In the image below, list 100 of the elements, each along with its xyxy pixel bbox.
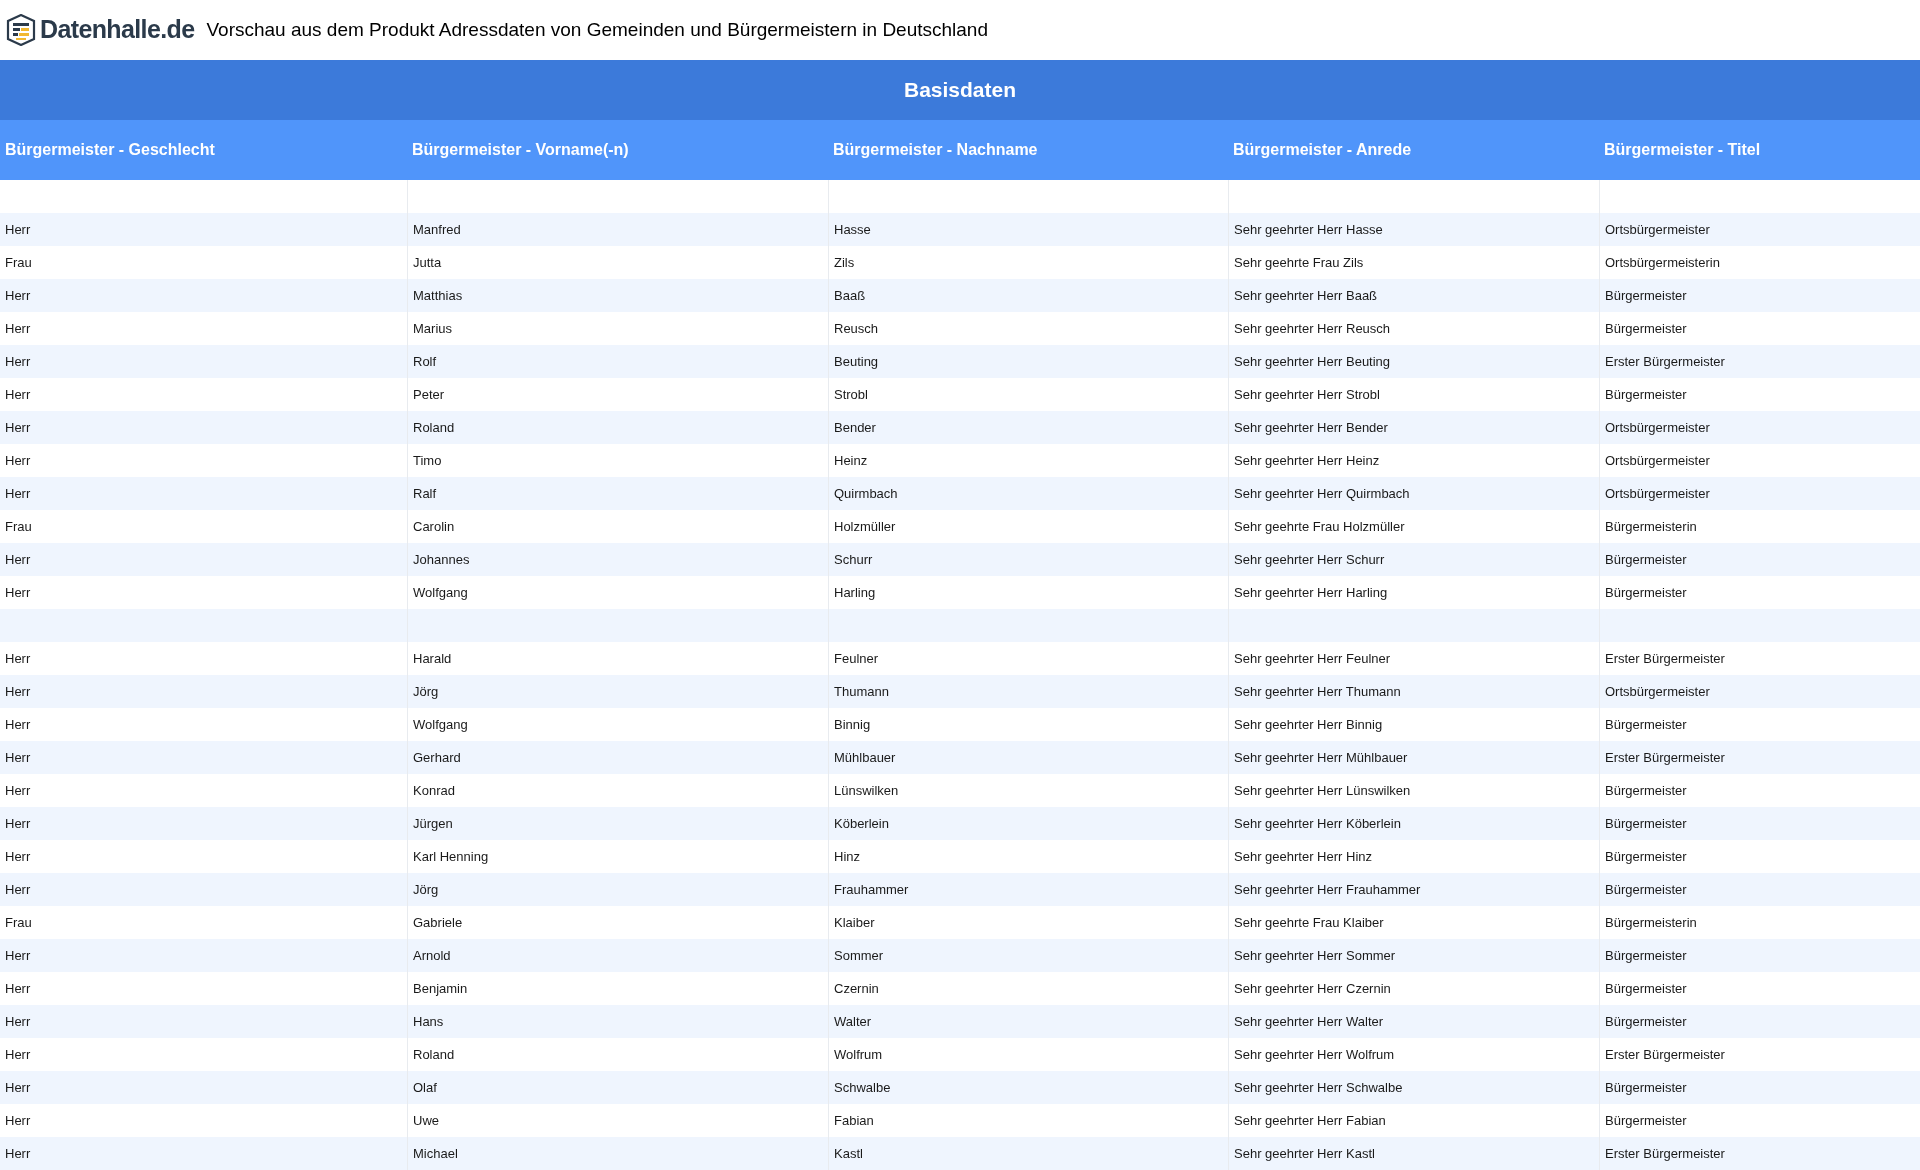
table-cell-text: Zils: [834, 253, 855, 272]
column-header: Bürgermeister - Titel: [1604, 140, 1761, 160]
table-cell-text: Czernin: [834, 979, 879, 998]
table-cell-text: Bürgermeister: [1605, 814, 1687, 833]
table-cell-text: Jürgen: [413, 814, 453, 833]
table-cell-text: Ortsbürgermeisterin: [1605, 253, 1720, 272]
table-cell-text: Herr: [5, 682, 31, 701]
table-cell-text: Matthias: [413, 286, 463, 305]
table-cell-text: Karl Henning: [413, 847, 489, 866]
table-cell-text: Bürgermeister: [1605, 583, 1687, 602]
table-cell-text: Sehr geehrter Herr Frauhammer: [1234, 880, 1421, 899]
table-cell-text: Herr: [5, 550, 31, 569]
table-cell-text: Sehr geehrte Frau Holzmüller: [1234, 517, 1405, 536]
table-cell-text: Ortsbürgermeister: [1605, 220, 1710, 239]
table-cell-text: Herr: [5, 451, 31, 470]
table-cell-text: Herr: [5, 1111, 31, 1130]
table-cell-text: Sehr geehrter Herr Köberlein: [1234, 814, 1401, 833]
table-cell-text: Erster Bürgermeister: [1605, 1045, 1725, 1064]
table-cell-text: Sehr geehrter Herr Hasse: [1234, 220, 1383, 239]
table-cell-text: Ortsbürgermeister: [1605, 484, 1710, 503]
table-cell-text: Konrad: [413, 781, 455, 800]
table-cell-text: Herr: [5, 979, 31, 998]
table-cell-text: Herr: [5, 319, 31, 338]
table-cell-text: Sehr geehrter Herr Kastl: [1234, 1144, 1375, 1163]
table-cell-text: Herr: [5, 715, 31, 734]
table-cell-text: Bender: [834, 418, 876, 437]
table-cell-text: Rolf: [413, 352, 437, 371]
table-cell-text: Roland: [413, 418, 455, 437]
table-cell-text: Harling: [834, 583, 876, 602]
table-cell-text: Walter: [834, 1012, 872, 1031]
table-cell-text: Olaf: [413, 1078, 437, 1097]
table-cell-text: Sehr geehrter Herr Binnig: [1234, 715, 1383, 734]
table-cell-text: Bürgermeister: [1605, 286, 1687, 305]
table-cell-text: Bürgermeister: [1605, 550, 1687, 569]
table-cell-text: Sehr geehrter Herr Walter: [1234, 1012, 1384, 1031]
table-cell-text: Herr: [5, 352, 31, 371]
table-cell-text: Sehr geehrter Herr Beuting: [1234, 352, 1391, 371]
table-cell-text: Herr: [5, 781, 31, 800]
table-cell-text: Sehr geehrte Frau Zils: [1234, 253, 1364, 272]
table-cell-text: Bürgermeister: [1605, 880, 1687, 899]
table-cell-text: Baaß: [834, 286, 866, 305]
table-cell-text: Wolfgang: [413, 715, 468, 734]
column-header: Bürgermeister - Vorname(-n): [412, 140, 629, 160]
table-cell-text: Sehr geehrter Herr Fabian: [1234, 1111, 1386, 1130]
table-cell-text: Hinz: [834, 847, 860, 866]
table-cell-text: Sehr geehrter Herr Hinz: [1234, 847, 1372, 866]
table-cell-text: Sehr geehrter Herr Heinz: [1234, 451, 1380, 470]
table-cell-text: Manfred: [413, 220, 461, 239]
table-cell-text: Sehr geehrter Herr Harling: [1234, 583, 1388, 602]
table-cell-text: Feulner: [834, 649, 879, 668]
table-cell-text: Herr: [5, 748, 31, 767]
logo-icon: [6, 14, 36, 46]
table-cell-text: Bürgermeister: [1605, 781, 1687, 800]
table-cell-text: Frau: [5, 253, 32, 272]
table-cell-text: Herr: [5, 286, 31, 305]
table-cell-text: Bürgermeisterin: [1605, 517, 1697, 536]
table-cell-text: Carolin: [413, 517, 455, 536]
table-cell-text: Bürgermeister: [1605, 715, 1687, 734]
table-cell-text: Herr: [5, 418, 31, 437]
table-cell-text: Sehr geehrter Herr Mühlbauer: [1234, 748, 1408, 767]
table-cell-text: Peter: [413, 385, 445, 404]
table-cell-text: Johannes: [413, 550, 470, 569]
column-header: Bürgermeister - Anrede: [1233, 140, 1412, 160]
table-cell-text: Sehr geehrter Herr Sommer: [1234, 946, 1396, 965]
table-cell-text: Sehr geehrter Herr Baaß: [1234, 286, 1378, 305]
table-cell-text: Ralf: [413, 484, 437, 503]
table-cell-text: Sehr geehrte Frau Klaiber: [1234, 913, 1384, 932]
column-header: Bürgermeister - Nachname: [833, 140, 1038, 160]
table-cell-text: Erster Bürgermeister: [1605, 748, 1725, 767]
table-cell-text: Ortsbürgermeister: [1605, 418, 1710, 437]
table-cell-text: Strobl: [834, 385, 868, 404]
table-cell-text: Sehr geehrter Herr Feulner: [1234, 649, 1391, 668]
table-cell-text: Sehr geehrter Herr Schwalbe: [1234, 1078, 1403, 1097]
table-cell-text: Binnig: [834, 715, 871, 734]
table-cell-text: Frau: [5, 913, 32, 932]
table-cell-text: Erster Bürgermeister: [1605, 1144, 1725, 1163]
table-cell-text: Herr: [5, 1012, 31, 1031]
table-cell-text: Bürgermeisterin: [1605, 913, 1697, 932]
table-cell-text: Ortsbürgermeister: [1605, 451, 1710, 470]
table-cell-text: Klaiber: [834, 913, 875, 932]
table-cell-text: Quirmbach: [834, 484, 898, 503]
table-cell-text: Fabian: [834, 1111, 874, 1130]
logo-text: Datenhalle.de: [40, 14, 195, 46]
table-cell-text: Herr: [5, 814, 31, 833]
table-cell-text: Herr: [5, 946, 31, 965]
table-cell-text: Gabriele: [413, 913, 463, 932]
table-cell-text: Herr: [5, 847, 31, 866]
table-cell-text: Timo: [413, 451, 442, 470]
table-cell-text: Herr: [5, 880, 31, 899]
table-cell-text: Bürgermeister: [1605, 979, 1687, 998]
table-cell-text: Bürgermeister: [1605, 385, 1687, 404]
table-cell-text: Hasse: [834, 220, 871, 239]
table-cell-text: Sehr geehrter Herr Wolfrum: [1234, 1045, 1395, 1064]
table-cell-text: Mühlbauer: [834, 748, 896, 767]
table-cell-text: Jörg: [413, 880, 439, 899]
table-cell-text: Wolfrum: [834, 1045, 883, 1064]
table-cell-text: Jutta: [413, 253, 442, 272]
table-cell-text: Bürgermeister: [1605, 946, 1687, 965]
table-cell-text: Schwalbe: [834, 1078, 891, 1097]
table-cell-text: Sehr geehrter Herr Bender: [1234, 418, 1388, 437]
